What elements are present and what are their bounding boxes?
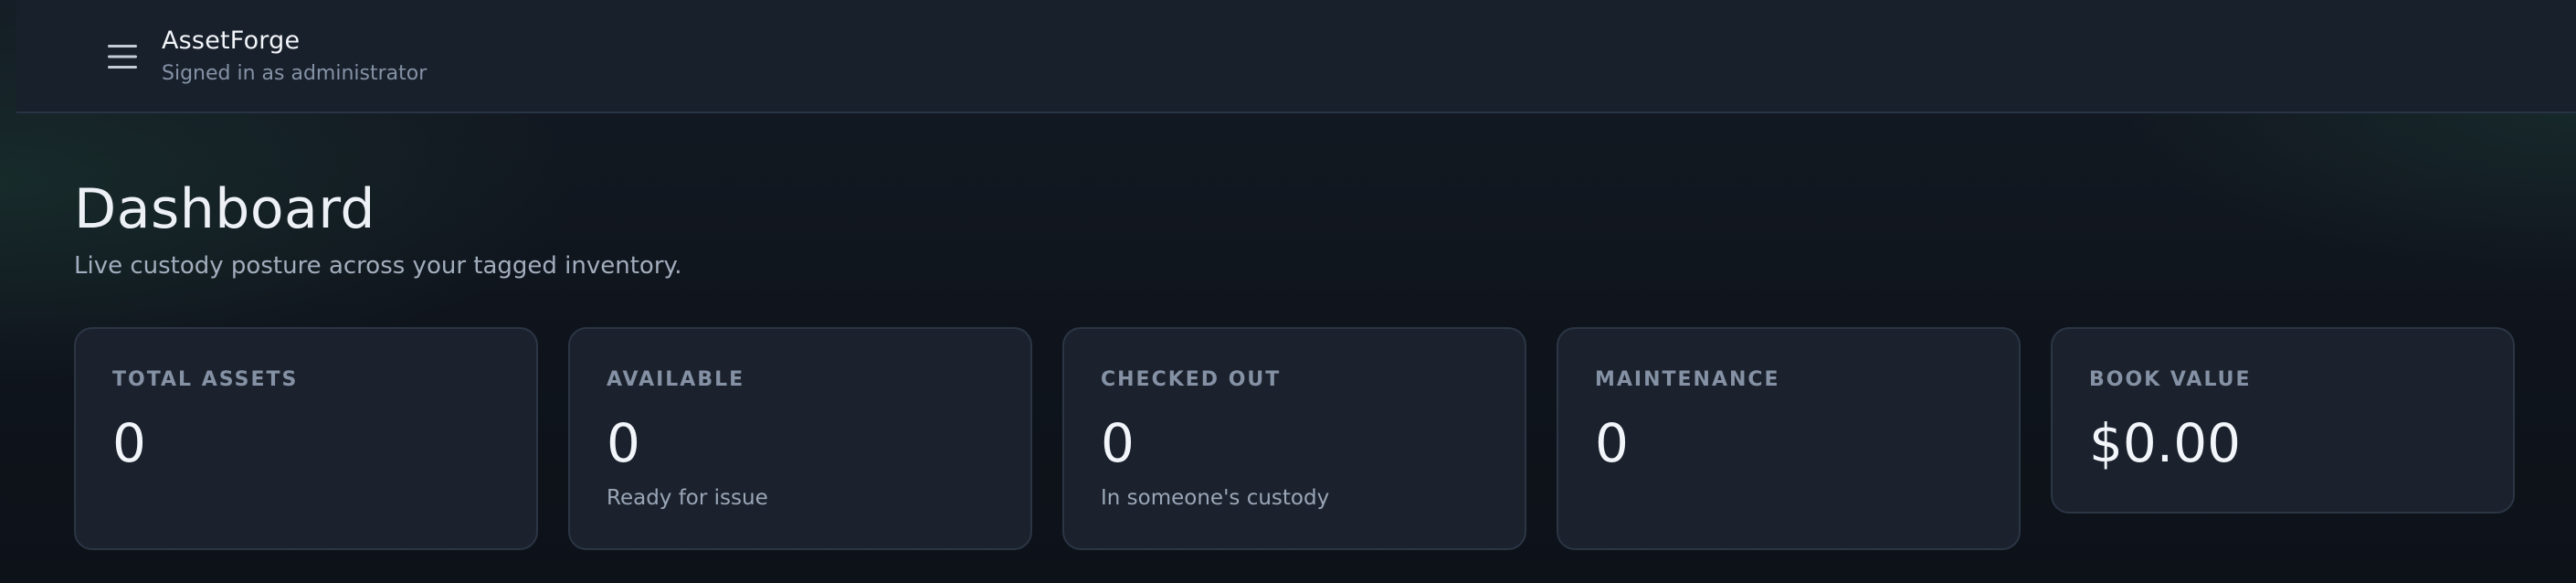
- stat-label: AVAILABLE: [607, 368, 745, 391]
- brand: AssetForge Signed in as administrator: [162, 26, 427, 88]
- stat-value: 0: [607, 412, 640, 474]
- signed-in-status: Signed in as administrator: [162, 62, 428, 85]
- stat-card-checked-out: CHECKED OUT 0 In someone's custody: [1062, 327, 1526, 550]
- page-subtitle: Live custody posture across your tagged …: [74, 252, 682, 280]
- stat-note: In someone's custody: [1101, 486, 1330, 510]
- stat-value: 0: [112, 412, 146, 474]
- stat-note: Ready for issue: [607, 486, 768, 510]
- stat-value: $0.00: [2089, 412, 2242, 474]
- stat-label: CHECKED OUT: [1101, 368, 1282, 391]
- stat-card-book-value: BOOK VALUE $0.00: [2051, 327, 2515, 514]
- stat-value: 0: [1595, 412, 1629, 474]
- stat-card-maintenance: MAINTENANCE 0: [1557, 327, 2021, 550]
- menu-button[interactable]: [90, 31, 155, 82]
- stat-label: TOTAL ASSETS: [112, 368, 299, 391]
- top-bar: AssetForge Signed in as administrator: [16, 0, 2576, 113]
- stat-label: BOOK VALUE: [2089, 368, 2252, 391]
- hamburger-menu-icon: [107, 43, 138, 70]
- stat-label: MAINTENANCE: [1595, 368, 1780, 391]
- app-name: AssetForge: [162, 26, 301, 55]
- page-title: Dashboard: [74, 177, 376, 241]
- stat-value: 0: [1101, 412, 1135, 474]
- stat-card-total-assets: TOTAL ASSETS 0: [74, 327, 538, 550]
- stat-card-available: AVAILABLE 0 Ready for issue: [568, 327, 1032, 550]
